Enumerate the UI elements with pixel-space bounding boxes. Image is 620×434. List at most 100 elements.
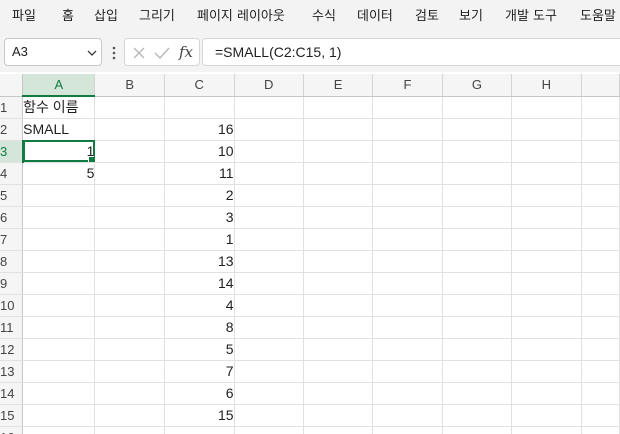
row-header[interactable]: 3 [0,140,24,163]
cell-e[interactable] [303,96,374,119]
cell-c[interactable]: 10 [164,140,235,163]
row-header[interactable]: 2 [0,118,24,141]
cell-i[interactable] [581,294,620,317]
cell-e[interactable] [303,118,374,141]
cell-i[interactable] [581,338,620,361]
cell-e[interactable] [303,184,374,207]
cell-b[interactable] [94,96,165,119]
row-header[interactable]: 11 [0,316,24,339]
cell-h[interactable] [511,118,582,141]
cell-c[interactable]: 14 [164,272,235,295]
cell-c[interactable]: 1 [164,228,235,251]
cell-i[interactable] [581,404,620,427]
cell-a[interactable] [22,250,96,273]
column-header-f[interactable]: F [372,74,443,97]
cell-d[interactable] [234,294,304,317]
column-header-a[interactable]: A [22,74,96,97]
cell-f[interactable] [372,118,443,141]
cell-i[interactable] [581,426,620,434]
formula-input[interactable]: =SMALL(C2:C15, 1) [202,38,620,66]
cell-b[interactable] [94,228,165,251]
cell-f[interactable] [372,316,443,339]
cell-b[interactable] [94,206,165,229]
cell-h[interactable] [511,316,582,339]
cell-h[interactable] [511,184,582,207]
cell-e[interactable] [303,360,374,383]
row-header[interactable]: 8 [0,250,24,273]
row-header[interactable]: 4 [0,162,24,185]
cell-g[interactable] [442,426,513,434]
cell-g[interactable] [442,294,513,317]
cell-c[interactable]: 16 [164,118,235,141]
cell-h[interactable] [511,206,582,229]
cell-c[interactable]: 15 [164,404,235,427]
cell-d[interactable] [234,96,304,119]
column-header-h[interactable]: H [511,74,582,97]
cell-b[interactable] [94,294,165,317]
row-header[interactable]: 15 [0,404,24,427]
cell-i[interactable] [581,228,620,251]
cell-e[interactable] [303,404,374,427]
cell-g[interactable] [442,404,513,427]
cell-g[interactable] [442,360,513,383]
cell-a[interactable]: 5 [22,162,96,185]
menu-developer[interactable]: 개발 도구 [505,0,557,34]
cell-b[interactable] [94,338,165,361]
cell-a[interactable] [22,404,96,427]
cell-d[interactable] [234,162,304,185]
cell-b[interactable] [94,162,165,185]
row-header[interactable]: 10 [0,294,24,317]
cell-b[interactable] [94,382,165,405]
cell-b[interactable] [94,272,165,295]
row-header[interactable]: 13 [0,360,24,383]
cell-a[interactable] [22,382,96,405]
cell-c[interactable]: 7 [164,360,235,383]
cell-g[interactable] [442,118,513,141]
cell-i[interactable] [581,360,620,383]
fill-handle[interactable] [88,155,94,161]
column-header-d[interactable]: D [234,74,304,97]
cell-g[interactable] [442,206,513,229]
cell-h[interactable] [511,250,582,273]
cell-h[interactable] [511,382,582,405]
menu-insert[interactable]: 삽입 [94,0,118,34]
cell-d[interactable] [234,250,304,273]
cell-f[interactable] [372,162,443,185]
insert-function-icon[interactable]: fx [179,41,193,63]
row-header[interactable]: 6 [0,206,24,229]
cell-g[interactable] [442,250,513,273]
cell-a[interactable] [22,316,96,339]
row-header[interactable]: 9 [0,272,24,295]
cell-h[interactable] [511,272,582,295]
cell-i[interactable] [581,272,620,295]
cell-a[interactable] [22,338,96,361]
enter-check-icon[interactable] [153,45,171,61]
cell-h[interactable] [511,228,582,251]
cell-f[interactable] [372,250,443,273]
cell-g[interactable] [442,162,513,185]
cell-f[interactable] [372,206,443,229]
cell-b[interactable] [94,426,165,434]
menu-draw[interactable]: 그리기 [139,0,175,34]
active-cell[interactable]: 1 [22,140,96,163]
cell-d[interactable] [234,338,304,361]
cell-f[interactable] [372,360,443,383]
name-box[interactable]: A3 [4,38,102,66]
cell-f[interactable] [372,228,443,251]
cell-h[interactable] [511,426,582,434]
cell-e[interactable] [303,294,374,317]
cell-a[interactable] [22,206,96,229]
column-header-e[interactable]: E [303,74,374,97]
cell-f[interactable] [372,426,443,434]
cell-c[interactable] [164,426,235,434]
cell-g[interactable] [442,184,513,207]
cell-h[interactable] [511,360,582,383]
cell-c[interactable]: 2 [164,184,235,207]
cell-b[interactable] [94,316,165,339]
cell-d[interactable] [234,426,304,434]
cell-f[interactable] [372,404,443,427]
cell-h[interactable] [511,140,582,163]
cell-d[interactable] [234,184,304,207]
cell-e[interactable] [303,140,374,163]
cell-a[interactable]: 함수 이름 [22,96,96,119]
